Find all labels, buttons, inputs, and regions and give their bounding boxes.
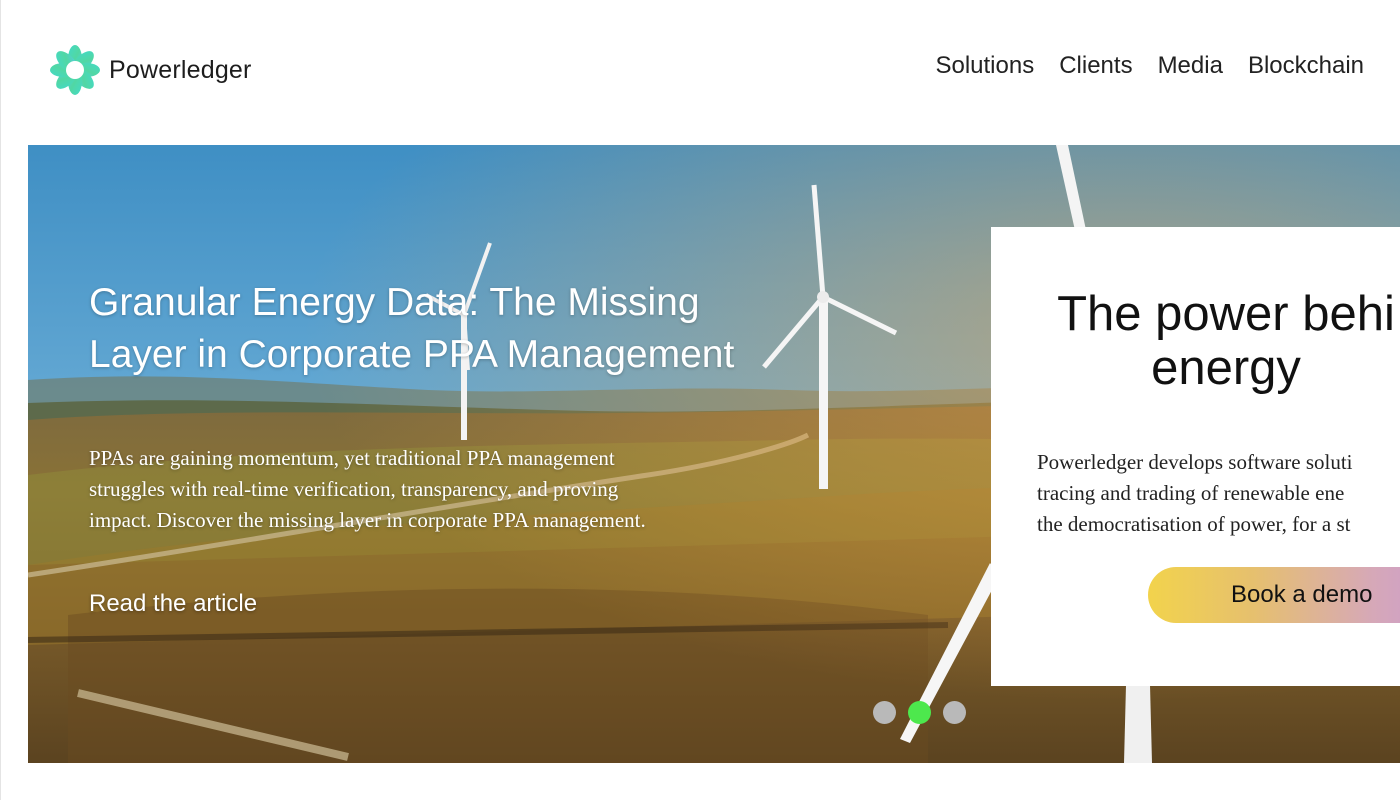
brand-name: Powerledger (109, 55, 252, 84)
carousel-dot-2-active[interactable] (908, 701, 931, 724)
slide-title: Granular Energy Data: The Missing Layer … (89, 277, 789, 381)
read-article-link[interactable]: Read the article (89, 590, 257, 618)
slide-description: PPAs are gaining momentum, yet tradition… (89, 443, 769, 536)
nav-clients[interactable]: Clients (1059, 52, 1132, 80)
nav-blockchain[interactable]: Blockchain (1248, 52, 1364, 80)
nav-solutions[interactable]: Solutions (935, 52, 1034, 80)
slide-content: Granular Energy Data: The Missing Layer … (89, 277, 789, 536)
home-logo-link[interactable]: Powerledger (49, 44, 252, 96)
carousel-dots (873, 701, 966, 724)
card-desc-line-2: tracing and trading of renewable ene (1037, 481, 1345, 505)
card-title-line-2: energy (1151, 341, 1301, 395)
slide-desc-line-3: impact. Discover the missing layer in co… (89, 508, 646, 532)
site-header: Powerledger Solutions Clients Media Bloc… (1, 0, 1400, 140)
page: Powerledger Solutions Clients Media Bloc… (0, 0, 1400, 800)
carousel-dot-1[interactable] (873, 701, 896, 724)
card-desc-line-1: Powerledger develops software soluti (1037, 450, 1353, 474)
card-description: Powerledger develops software soluti tra… (1037, 447, 1400, 540)
slide-desc-line-1: PPAs are gaining momentum, yet tradition… (89, 446, 615, 470)
carousel-dot-3[interactable] (943, 701, 966, 724)
book-demo-button[interactable]: Book a demo (1148, 567, 1400, 623)
main-nav: Solutions Clients Media Blockchain (935, 52, 1364, 80)
nav-media[interactable]: Media (1158, 52, 1223, 80)
card-title: The power behi energy (991, 287, 1400, 395)
slide-title-line-1: Granular Energy Data: The Missing (89, 281, 700, 324)
slide-desc-line-2: struggles with real-time verification, t… (89, 477, 619, 501)
card-title-line-1: The power behi (1057, 287, 1395, 341)
powerledger-logo-icon (50, 45, 100, 95)
card-desc-line-3: the democratisation of power, for a st (1037, 512, 1351, 536)
slide-title-line-2: Layer in Corporate PPA Management (89, 333, 735, 376)
intro-card: The power behi energy Powerledger develo… (991, 227, 1400, 686)
